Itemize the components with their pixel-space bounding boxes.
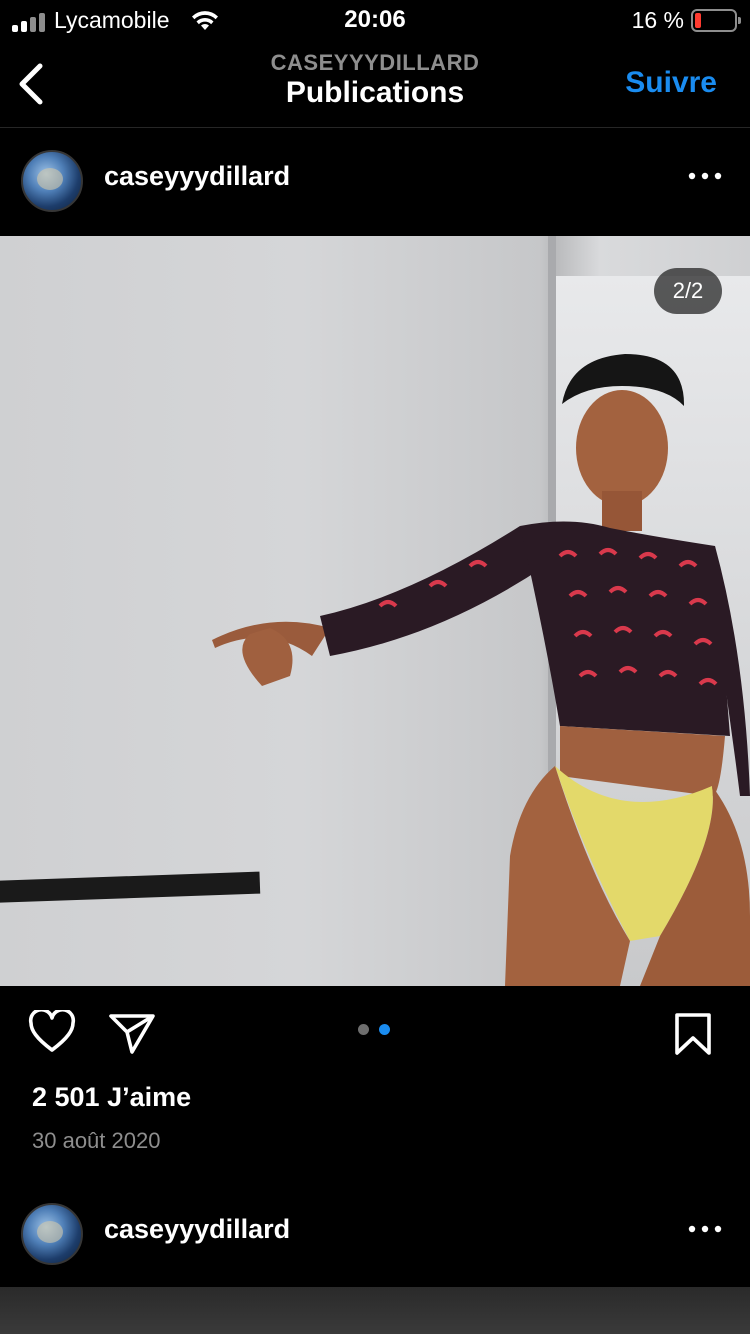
photo-counter-badge: 2/2 [654,268,722,314]
like-button[interactable] [28,1010,76,1054]
avatar[interactable] [21,150,83,212]
more-options-button[interactable] [688,1219,722,1239]
carousel-indicator [358,1024,398,1036]
more-options-button[interactable] [688,166,722,186]
status-bar: Lycamobile 20:06 16 % [0,0,750,42]
post-date: 30 août 2020 [32,1128,161,1153]
bookmark-button[interactable] [674,1012,712,1056]
avatar[interactable] [21,1203,83,1265]
person-figure [212,354,750,986]
post-photo[interactable]: 2/2 [0,236,750,986]
share-button[interactable] [108,1012,156,1054]
next-post-header: caseyyydillard [0,1181,750,1287]
battery-percentage: 16 % [631,7,684,33]
post-header: caseyyydillard [0,128,750,234]
carousel-dot-2-active [379,1024,390,1035]
action-bar [0,986,750,1076]
battery-icon [691,9,741,32]
follow-button[interactable]: Suivre [625,66,717,100]
post-username[interactable]: caseyyydillard [104,161,290,192]
likes-count[interactable]: 2 501 J’aime [32,1082,191,1113]
nav-bar: CASEYYYDILLARD Publications Suivre [0,42,750,128]
carousel-dot-1 [358,1024,369,1035]
next-post-photo[interactable] [0,1287,750,1334]
post-username[interactable]: caseyyydillard [104,1214,290,1245]
